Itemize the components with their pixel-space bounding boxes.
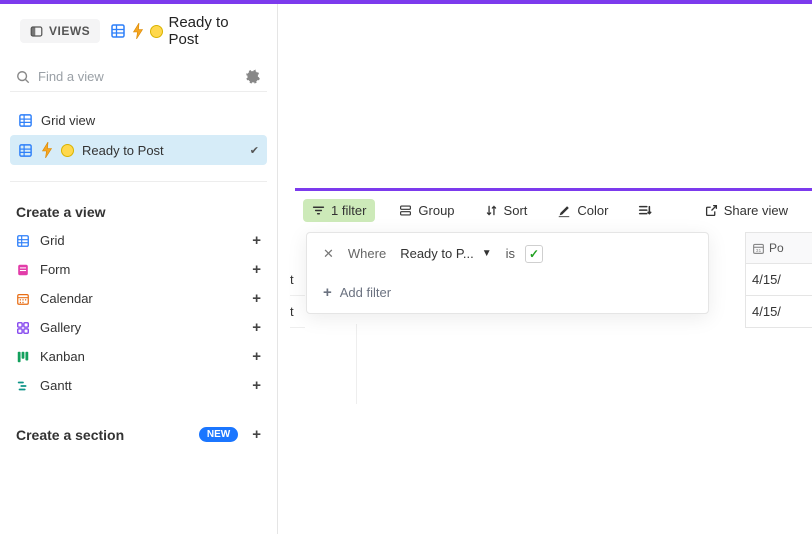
group-label: Group	[418, 203, 454, 218]
column-divider	[356, 324, 357, 404]
share-view-button[interactable]: Share view	[699, 199, 794, 222]
create-view-heading: Create a view	[10, 202, 267, 226]
share-label: Share view	[724, 203, 788, 218]
table-cell[interactable]: t	[290, 296, 305, 328]
calendar-icon	[16, 292, 30, 306]
create-item-label: Calendar	[40, 291, 93, 306]
color-label: Color	[577, 203, 608, 218]
create-kanban-view[interactable]: Kanban +	[10, 342, 267, 371]
views-toggle-label: VIEWS	[49, 24, 90, 38]
sidebar-view-ready-to-post[interactable]: Ready to Post ✔	[10, 135, 267, 165]
filter-field-label: Ready to P...	[400, 246, 473, 261]
grid-icon	[18, 143, 33, 158]
plus-icon[interactable]: +	[252, 377, 261, 394]
calendar-field-icon: 31	[752, 242, 765, 255]
where-label: Where	[348, 246, 386, 261]
gallery-icon	[16, 321, 30, 335]
sort-icon	[485, 204, 498, 217]
filter-button[interactable]: 1 filter	[303, 199, 375, 222]
sort-button[interactable]: Sort	[479, 199, 534, 222]
plus-icon[interactable]: +	[252, 319, 261, 336]
search-icon	[16, 70, 30, 84]
grid-icon	[16, 234, 30, 248]
table-cell[interactable]: 4/15/	[745, 296, 812, 328]
grid-icon	[110, 23, 126, 39]
cell-value: t	[290, 304, 294, 319]
plus-icon[interactable]: +	[252, 426, 261, 443]
create-item-label: Gallery	[40, 320, 81, 335]
remove-filter-button[interactable]: ✕	[319, 244, 338, 264]
filter-label: 1 filter	[331, 203, 366, 218]
cell-value: 4/15/	[752, 304, 781, 319]
filter-popup: ✕ Where Ready to P... ▼ is ✓ + Add filte…	[306, 232, 709, 314]
create-gantt-view[interactable]: Gantt +	[10, 371, 267, 400]
group-button[interactable]: Group	[393, 199, 460, 222]
divider	[10, 181, 267, 182]
create-section-label: Create a section	[16, 427, 124, 443]
lightning-icon	[132, 23, 144, 39]
current-view-title[interactable]: Ready to Post	[110, 14, 257, 48]
views-sidebar: VIEWS Ready to Post	[0, 4, 278, 534]
create-calendar-view[interactable]: Calendar +	[10, 284, 267, 313]
gantt-icon	[16, 379, 30, 393]
row-height-button[interactable]	[632, 200, 658, 222]
column-header-label: Po	[769, 241, 784, 255]
create-section[interactable]: Create a section NEW +	[10, 418, 267, 443]
plus-icon[interactable]: +	[252, 261, 261, 278]
column-header-post[interactable]: 31 Po	[745, 232, 812, 264]
plus-icon[interactable]: +	[252, 290, 261, 307]
new-badge: NEW	[199, 427, 238, 442]
gear-icon[interactable]	[246, 69, 261, 84]
cell-value: t	[290, 272, 294, 287]
table-cell[interactable]: 4/15/	[745, 264, 812, 296]
create-item-label: Grid	[40, 233, 65, 248]
view-item-label: Ready to Post	[82, 143, 164, 158]
view-item-label: Grid view	[41, 113, 95, 128]
grid-icon	[18, 113, 33, 128]
view-toolbar: 1 filter Group Sort Color	[303, 199, 812, 222]
create-item-label: Kanban	[40, 349, 85, 364]
table-cell[interactable]: t	[290, 264, 305, 296]
plus-icon[interactable]: +	[252, 232, 261, 249]
filter-field-select[interactable]: Ready to P... ▼	[396, 243, 495, 264]
search-views-input[interactable]	[38, 69, 238, 84]
row-height-icon	[638, 204, 652, 218]
plus-icon: +	[323, 284, 332, 301]
share-icon	[705, 204, 718, 217]
filter-icon	[312, 204, 325, 217]
cell-value: 4/15/	[752, 272, 781, 287]
group-icon	[399, 204, 412, 217]
form-icon	[16, 263, 30, 277]
status-circle-icon	[61, 144, 74, 157]
create-item-label: Form	[40, 262, 70, 277]
status-circle-icon	[150, 25, 162, 38]
brand-divider	[295, 188, 812, 191]
create-form-view[interactable]: Form +	[10, 255, 267, 284]
current-view-name: Ready to Post	[169, 14, 258, 48]
create-item-label: Gantt	[40, 378, 72, 393]
plus-icon[interactable]: +	[252, 348, 261, 365]
filter-operator-select[interactable]: is	[506, 246, 515, 261]
lightning-icon	[41, 142, 53, 158]
add-filter-label: Add filter	[340, 285, 391, 300]
add-filter-button[interactable]: + Add filter	[319, 284, 696, 301]
check-icon: ✔	[250, 144, 259, 157]
content-area: 1 filter Group Sort Color	[278, 4, 812, 534]
create-gallery-view[interactable]: Gallery +	[10, 313, 267, 342]
color-button[interactable]: Color	[551, 199, 614, 222]
create-grid-view[interactable]: Grid +	[10, 226, 267, 255]
filter-value-checkbox[interactable]: ✓	[525, 245, 543, 263]
sidebar-collapse-icon	[30, 25, 43, 38]
svg-text:31: 31	[756, 247, 762, 253]
sort-label: Sort	[504, 203, 528, 218]
views-toggle[interactable]: VIEWS	[20, 19, 100, 43]
kanban-icon	[16, 350, 30, 364]
color-icon	[557, 204, 571, 218]
chevron-down-icon: ▼	[482, 248, 492, 259]
sidebar-view-grid[interactable]: Grid view	[10, 106, 267, 135]
